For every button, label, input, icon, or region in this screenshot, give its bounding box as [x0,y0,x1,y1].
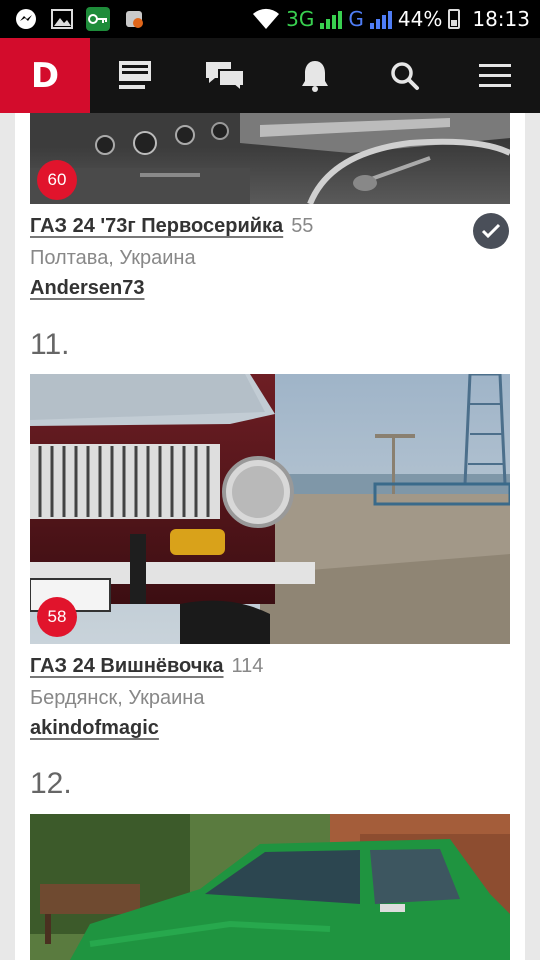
feed-icon [119,60,151,89]
author-link[interactable]: Andersen73 [30,277,145,300]
signal-strength-2-icon [369,9,392,29]
notification-icons [14,7,146,31]
network-g-label: G [348,7,364,31]
car-rating-list: 60 ГАЗ 24 '73г Первосерийка 55 Полтава, У… [15,113,525,960]
notifications-button[interactable] [270,38,360,113]
verified-check-icon [473,213,509,249]
search-icon [391,61,419,90]
car-name-link[interactable]: ГАЗ 24 Вишнёвочка [30,655,224,677]
hamburger-menu-icon [479,63,511,87]
menu-button[interactable] [450,38,540,113]
author-link[interactable]: akindofmagic [30,717,159,740]
car-title-row: ГАЗ 24 Вишнёвочка 114 [30,655,263,678]
wifi-icon [253,8,280,29]
messenger-icon [14,7,38,31]
follower-count: 55 [291,215,314,237]
messages-button[interactable] [180,38,270,113]
network-3g-label: 3G [286,7,315,31]
battery-percent: 44% [397,7,443,31]
burgundy-volga-image [30,374,510,644]
rank-badge: 60 [37,160,77,200]
signal-strength-icon [320,9,343,29]
car-name-link[interactable]: ГАЗ 24 '73г Первосерийка [30,215,283,237]
search-button[interactable] [360,38,450,113]
system-indicators: 3G G 44% 18:13 [252,0,530,38]
app-notification-icon [122,7,146,31]
vpn-key-icon [86,7,110,31]
clock: 18:13 [472,7,530,31]
follower-count: 114 [231,655,264,677]
drive2-logo[interactable]: D [0,38,90,113]
rank-number: 12. [30,767,72,800]
top-nav-bar: D [0,38,540,113]
rank-number: 11. [30,328,70,361]
status-bar: 3G G 44% 18:13 [0,0,540,38]
chat-bubbles-icon [206,61,245,92]
car-location: Полтава, Украина [30,247,196,269]
car-location: Бердянск, Украина [30,687,205,709]
green-volga-image [30,814,510,960]
car-photo[interactable] [30,113,510,204]
car-photo[interactable] [30,814,510,960]
car-dashboard-image [30,113,510,204]
battery-icon [448,9,461,29]
car-photo[interactable] [30,374,510,644]
rank-badge: 58 [37,597,77,637]
feed-button[interactable] [90,38,180,113]
car-title-row: ГАЗ 24 '73г Первосерийка 55 [30,215,313,238]
bell-icon [302,60,328,92]
gallery-icon [50,7,74,31]
